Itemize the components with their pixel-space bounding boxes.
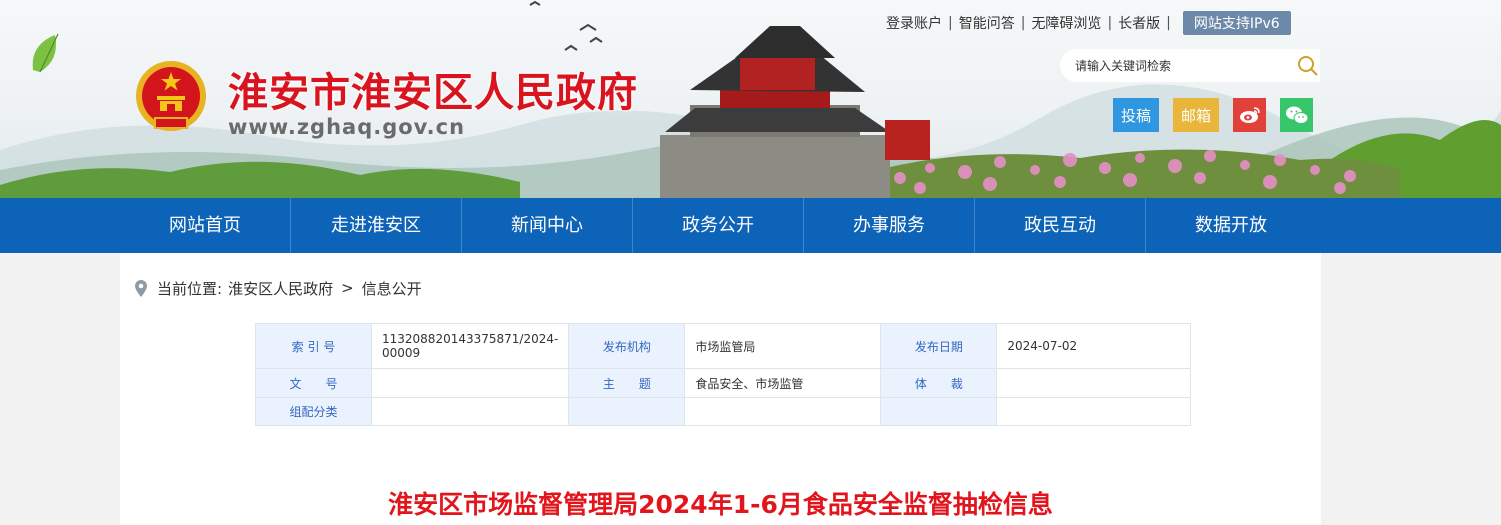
site-url: www.zghaq.gov.cn <box>228 115 466 139</box>
search-input[interactable] <box>1073 57 1292 74</box>
table-row: 文 号 主 题 食品安全、市场监管 体 裁 <box>255 368 1191 398</box>
nav-item-gov-affairs[interactable]: 政务公开 <box>632 198 803 253</box>
article-title: 淮安区市场监督管理局2024年1-6月食品安全监督抽检信息 <box>388 490 1053 519</box>
info-metadata-table: 索 引 号 113208820143375871/2024-00009 发布机构… <box>255 323 1191 426</box>
wechat-icon <box>1285 106 1308 124</box>
national-emblem-icon <box>136 61 206 131</box>
main-nav: 网站首页 走进淮安区 新闻中心 政务公开 办事服务 政民互动 数据开放 <box>0 198 1501 253</box>
wechat-button[interactable] <box>1280 98 1313 132</box>
breadcrumb: 当前位置: 淮安区人民政府 > 信息公开 <box>135 278 422 298</box>
breadcrumb-label: 当前位置: <box>157 279 223 298</box>
smart-qa-link[interactable]: 智能问答 <box>959 13 1015 33</box>
weibo-icon <box>1239 107 1260 123</box>
accessibility-link[interactable]: 无障碍浏览 <box>1031 13 1101 33</box>
publisher-label: 发布机构 <box>568 323 686 369</box>
search-icon[interactable] <box>1296 54 1320 78</box>
empty-value-cell <box>996 397 1191 426</box>
topic-label: 主 题 <box>568 368 686 398</box>
doc-number-value <box>370 368 570 398</box>
nav-item-news[interactable]: 新闻中心 <box>461 198 632 253</box>
breadcrumb-separator: > <box>341 279 354 297</box>
publish-date-label: 发布日期 <box>880 323 998 369</box>
top-links-separator: | <box>1107 15 1113 31</box>
content-panel: 当前位置: 淮安区人民政府 > 信息公开 索 引 号 1132088201433… <box>120 253 1321 525</box>
publisher-value: 市场监管局 <box>684 323 882 369</box>
search-box <box>1060 49 1320 82</box>
breadcrumb-link-gov[interactable]: 淮安区人民政府 <box>228 278 333 299</box>
empty-key-cell <box>568 397 686 426</box>
header-banner: 淮安市淮安区人民政府 www.zghaq.gov.cn 登录账户 | 智能问答 … <box>0 0 1501 198</box>
breadcrumb-link-info[interactable]: 信息公开 <box>362 278 422 299</box>
genre-label: 体 裁 <box>880 368 998 398</box>
site-name: 淮安市淮安区人民政府 <box>228 70 638 116</box>
nav-item-home[interactable]: 网站首页 <box>120 198 290 253</box>
category-value <box>370 397 570 426</box>
index-label: 索 引 号 <box>255 323 372 369</box>
genre-value <box>996 368 1191 398</box>
empty-value-cell <box>684 397 882 426</box>
nav-item-about[interactable]: 走进淮安区 <box>290 198 461 253</box>
table-row: 组配分类 <box>255 397 1191 426</box>
login-link[interactable]: 登录账户 <box>886 13 942 33</box>
table-row: 索 引 号 113208820143375871/2024-00009 发布机构… <box>255 323 1191 369</box>
nav-item-interaction[interactable]: 政民互动 <box>974 198 1145 253</box>
publish-date-value: 2024-07-02 <box>996 323 1191 369</box>
category-label: 组配分类 <box>255 397 372 426</box>
empty-key-cell <box>880 397 998 426</box>
weibo-button[interactable] <box>1233 98 1266 132</box>
nav-item-services[interactable]: 办事服务 <box>803 198 974 253</box>
index-value: 113208820143375871/2024-00009 <box>370 323 570 369</box>
top-links-separator: | <box>948 15 953 31</box>
mailbox-button[interactable]: 邮箱 <box>1173 98 1219 132</box>
top-links-separator: | <box>1020 15 1026 31</box>
ipv6-badge[interactable]: 网站支持IPv6 <box>1182 11 1291 35</box>
top-links-separator: | <box>1166 15 1171 31</box>
submit-article-button[interactable]: 投稿 <box>1113 98 1159 132</box>
nav-item-open-data[interactable]: 数据开放 <box>1145 198 1316 253</box>
topic-value: 食品安全、市场监管 <box>684 368 882 398</box>
elder-version-link[interactable]: 长者版 <box>1118 13 1160 33</box>
top-links: 登录账户 | 智能问答 | 无障碍浏览 | 长者版 | 网站支持IPv6 <box>886 11 1291 35</box>
location-pin-icon <box>135 279 147 297</box>
doc-number-label: 文 号 <box>255 368 372 398</box>
